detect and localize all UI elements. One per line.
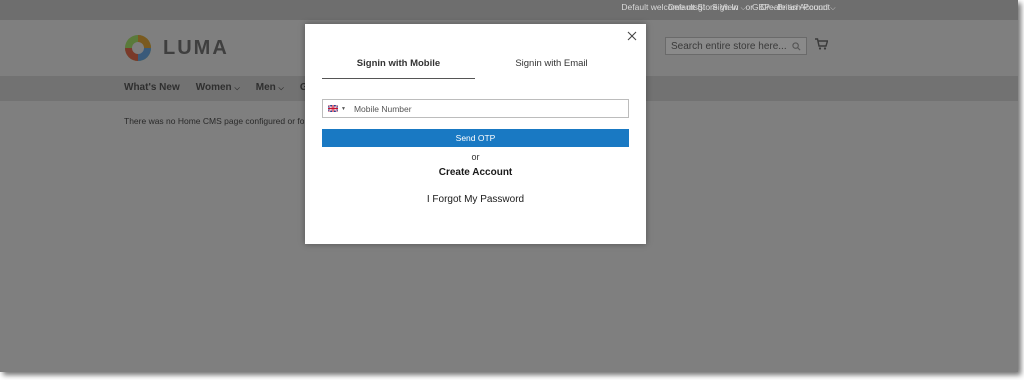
country-selector[interactable]: ▼ [328,105,346,112]
chevron-down-icon: ⌵ [234,85,240,92]
chevron-down-icon: ⌵ [278,85,284,92]
search-icon[interactable] [792,41,801,51]
store-view-switcher[interactable]: Default Store View ⌵ [668,2,746,13]
top-utility-bar: Default welcome msg! Sign In or Create a… [0,0,1018,20]
chevron-down-icon: ⌵ [830,5,836,12]
uk-flag-icon [328,105,338,112]
search-input[interactable]: Search entire store here... [665,37,807,55]
currency-label: GBP - British Pound [751,2,828,12]
cms-message: There was no Home CMS page configured or… [124,116,304,126]
chevron-down-icon: ⌵ [740,5,746,12]
tab-signin-email[interactable]: Signin with Email [475,57,628,79]
nav-item-women[interactable]: Women ⌵ [196,82,240,93]
nav-item-men[interactable]: Men ⌵ [256,82,284,93]
store-logo[interactable]: LUMA [123,33,229,63]
logo-text: LUMA [163,36,229,59]
nav-item-whats-new[interactable]: What's New [124,82,180,93]
nav-items: What's New Women ⌵ Men ⌵ Gear [124,82,323,93]
create-account-link[interactable]: Create Account [305,167,646,178]
luma-logo-icon [125,35,151,61]
search-placeholder: Search entire store here... [671,40,787,52]
signin-modal: Signin with Mobile Signin with Email ▼ M… [305,24,646,244]
shopping-cart-icon [815,38,829,50]
signin-tabs: Signin with Mobile Signin with Email [322,57,628,79]
store-view-label: Default Store View [668,2,739,12]
cart-icon[interactable] [815,37,829,55]
close-icon[interactable] [626,30,638,42]
send-otp-button[interactable]: Send OTP [322,129,629,147]
nav-item-label: Men [255,82,276,93]
tab-signin-mobile[interactable]: Signin with Mobile [322,57,475,79]
mobile-number-placeholder: Mobile Number [353,103,412,114]
dropdown-caret-icon: ▼ [341,105,346,112]
currency-switcher[interactable]: GBP - British Pound ⌵ [752,2,836,13]
mobile-number-field[interactable]: ▼ Mobile Number [322,99,629,118]
browser-viewport: Default welcome msg! Sign In or Create a… [0,0,1018,372]
switchers: Default Store View ⌵ GBP - British Pound… [668,2,836,13]
or-divider-text: or [471,152,480,162]
nav-item-label: Women [195,82,232,93]
forgot-password-link[interactable]: I Forgot My Password [305,194,646,205]
